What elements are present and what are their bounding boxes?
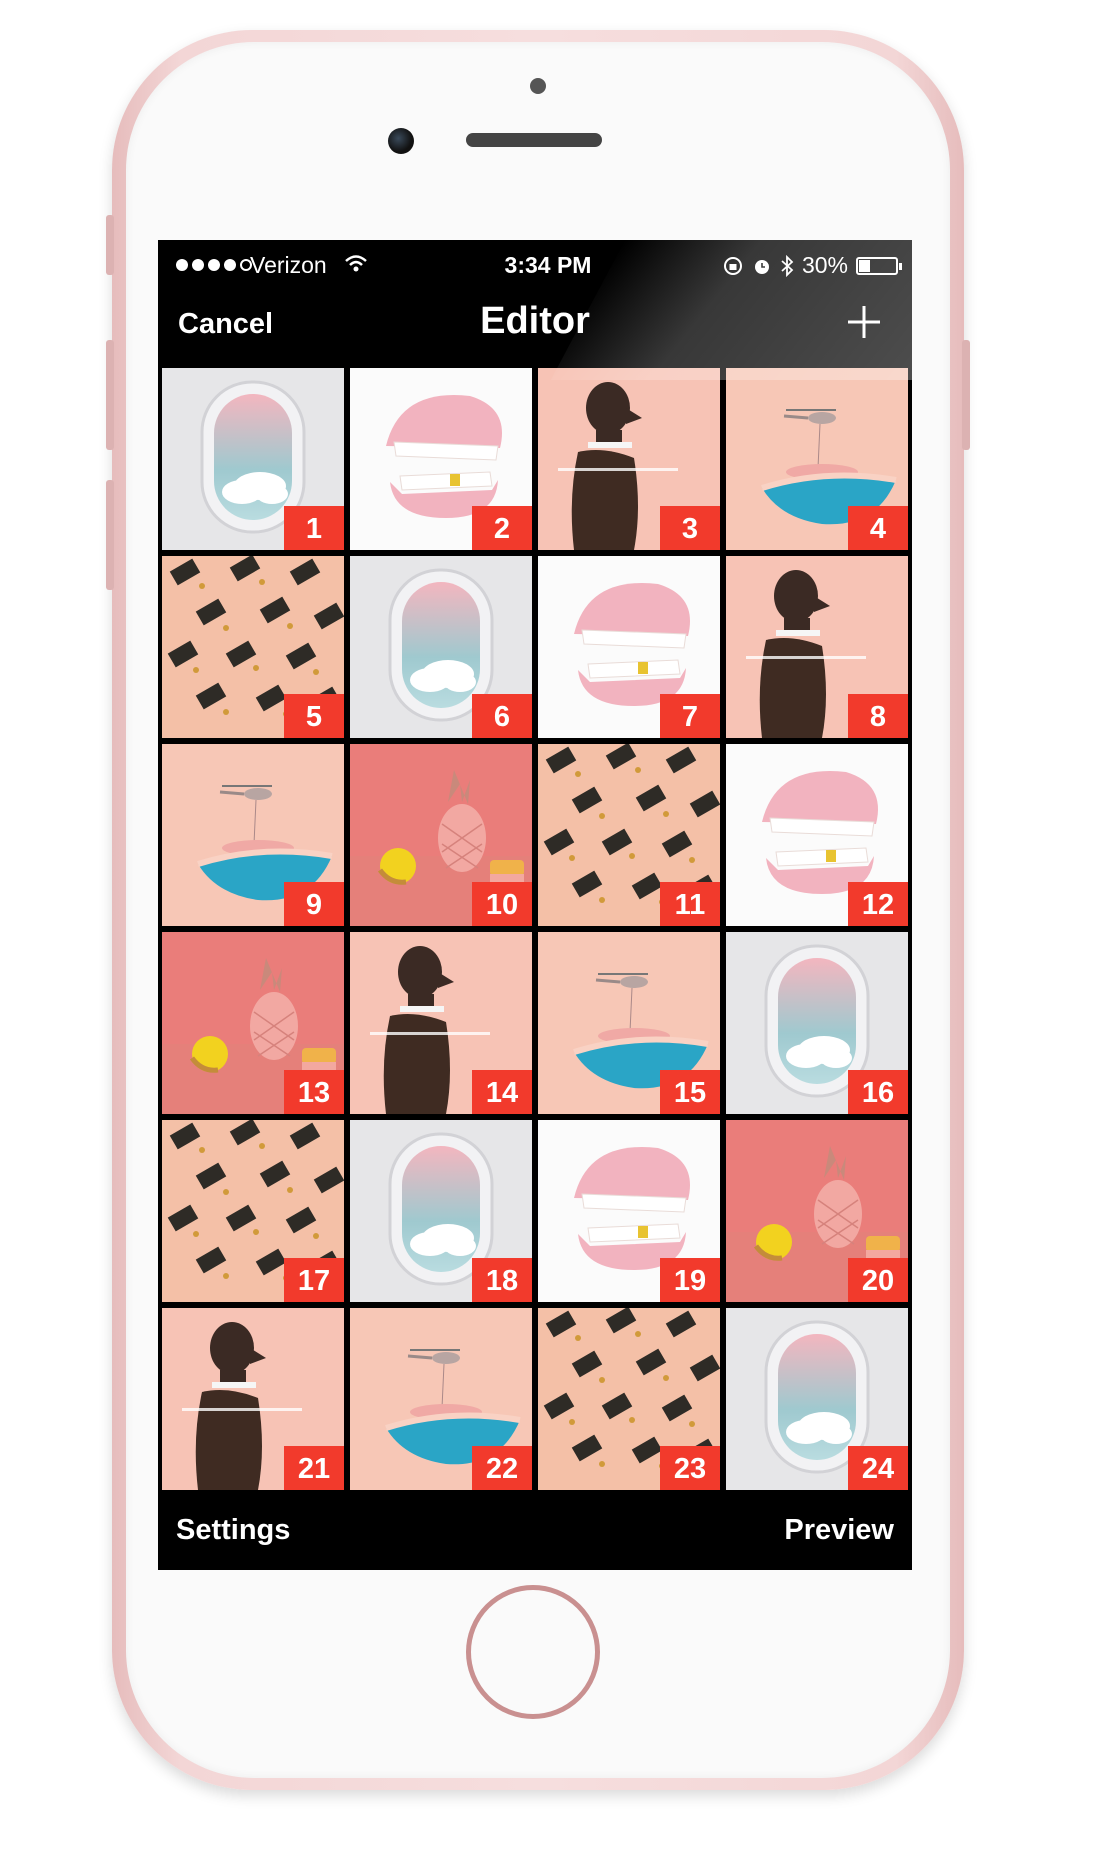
- settings-button[interactable]: Settings: [176, 1514, 290, 1547]
- order-number-badge: 13: [284, 1070, 344, 1114]
- order-number-badge: 2: [472, 506, 532, 550]
- grid-cell-4[interactable]: 4: [726, 368, 908, 550]
- order-number-badge: 6: [472, 694, 532, 738]
- grid-cell-11[interactable]: 11: [538, 744, 720, 926]
- grid-cell-22[interactable]: 22: [350, 1308, 532, 1490]
- grid-cell-13[interactable]: 13: [162, 932, 344, 1114]
- order-number-badge: 12: [848, 882, 908, 926]
- alarm-icon: [754, 259, 769, 274]
- order-number-badge: 18: [472, 1258, 532, 1302]
- order-number-badge: 23: [660, 1446, 720, 1490]
- grid-cell-21[interactable]: 21: [162, 1308, 344, 1490]
- order-number-badge: 11: [660, 882, 720, 926]
- grid-cell-17[interactable]: 17: [162, 1120, 344, 1302]
- power-button: [962, 340, 970, 450]
- earpiece-speaker: [466, 133, 602, 147]
- grid-cell-1[interactable]: 1: [162, 368, 344, 550]
- preview-button[interactable]: Preview: [784, 1514, 894, 1547]
- grid-cell-8[interactable]: 8: [726, 556, 908, 738]
- order-number-badge: 16: [848, 1070, 908, 1114]
- grid-cell-15[interactable]: 15: [538, 932, 720, 1114]
- grid-cell-2[interactable]: 2: [350, 368, 532, 550]
- order-number-badge: 1: [284, 506, 344, 550]
- grid-cell-18[interactable]: 18: [350, 1120, 532, 1302]
- grid-cell-16[interactable]: 16: [726, 932, 908, 1114]
- order-number-badge: 5: [284, 694, 344, 738]
- bluetooth-icon: [781, 254, 794, 277]
- grid-cell-12[interactable]: 12: [726, 744, 908, 926]
- page-title: Editor: [480, 300, 590, 342]
- order-number-badge: 10: [472, 882, 532, 926]
- order-number-badge: 21: [284, 1446, 344, 1490]
- proximity-sensor: [530, 78, 546, 94]
- order-number-badge: 15: [660, 1070, 720, 1114]
- navigation-bar: Cancel Editor: [158, 290, 912, 366]
- grid-cell-9[interactable]: 9: [162, 744, 344, 926]
- signal-strength-icon: [176, 259, 252, 271]
- carrier-name: Verizon: [250, 252, 327, 278]
- grid-cell-3[interactable]: 3: [538, 368, 720, 550]
- volume-down-button: [106, 480, 114, 590]
- grid-cell-14[interactable]: 14: [350, 932, 532, 1114]
- order-number-badge: 8: [848, 694, 908, 738]
- grid-cell-20[interactable]: 20: [726, 1120, 908, 1302]
- order-number-badge: 9: [284, 882, 344, 926]
- plus-icon[interactable]: [842, 300, 886, 344]
- order-number-badge: 14: [472, 1070, 532, 1114]
- grid-cell-24[interactable]: 24: [726, 1308, 908, 1490]
- grid-cell-19[interactable]: 19: [538, 1120, 720, 1302]
- order-number-badge: 22: [472, 1446, 532, 1490]
- mute-switch: [106, 215, 114, 275]
- status-time: 3:34 PM: [504, 252, 592, 278]
- order-number-badge: 7: [660, 694, 720, 738]
- order-number-badge: 3: [660, 506, 720, 550]
- grid-cell-7[interactable]: 7: [538, 556, 720, 738]
- order-number-badge: 4: [848, 506, 908, 550]
- grid-cell-5[interactable]: 5: [162, 556, 344, 738]
- bottom-toolbar: Settings Preview: [158, 1490, 912, 1570]
- grid-cell-10[interactable]: 10: [350, 744, 532, 926]
- order-number-badge: 17: [284, 1258, 344, 1302]
- battery-icon: [856, 256, 902, 275]
- order-number-badge: 19: [660, 1258, 720, 1302]
- order-number-badge: 24: [848, 1446, 908, 1490]
- order-number-badge: 20: [848, 1258, 908, 1302]
- status-bar: Verizon 3:34 PM 30%: [158, 240, 912, 290]
- front-camera-icon: [388, 128, 414, 154]
- status-right: 30%: [722, 252, 902, 279]
- volume-up-button: [106, 340, 114, 450]
- home-button[interactable]: [466, 1585, 600, 1719]
- grid-cell-23[interactable]: 23: [538, 1308, 720, 1490]
- photo-grid: 1 2 3 4 5 6 7 8 9 10 11 12 13 14 15 16 17 18 19 20 21 22 23 24: [162, 368, 908, 1490]
- wifi-icon: [345, 255, 367, 272]
- app-screen: Verizon 3:34 PM 30% Cancel Editor 1 2 3 …: [158, 240, 912, 1570]
- battery-percent: 30%: [801, 252, 848, 278]
- grid-cell-6[interactable]: 6: [350, 556, 532, 738]
- rotation-lock-icon: [723, 256, 742, 275]
